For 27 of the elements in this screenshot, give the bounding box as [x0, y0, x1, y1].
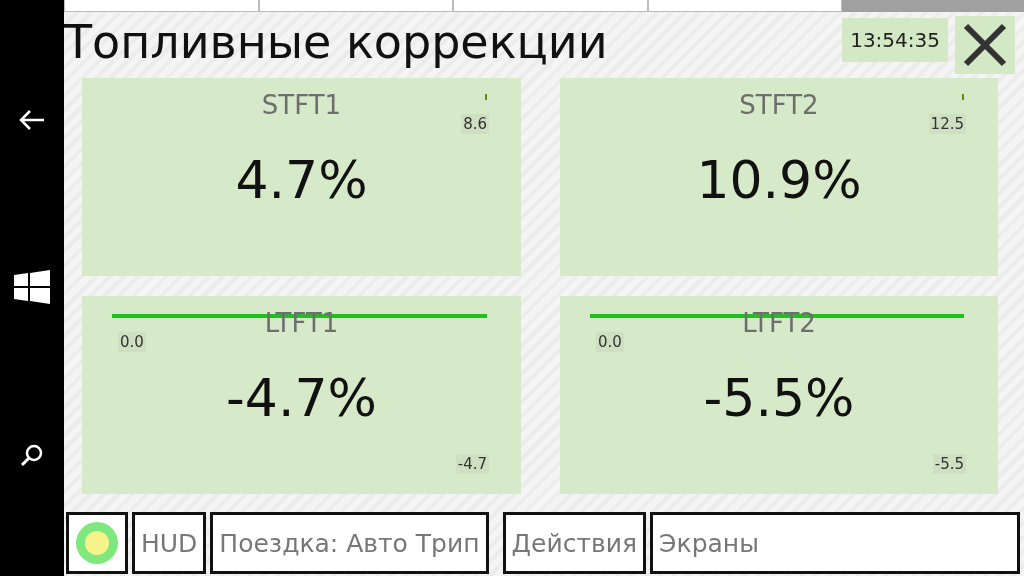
gauge-tick — [962, 94, 964, 100]
gauge-mark-value: 12.5 — [928, 114, 966, 134]
gauge-value: -4.7% — [226, 368, 377, 428]
gauge-start-value: 0.0 — [596, 332, 624, 352]
status-button[interactable] — [66, 512, 128, 574]
gauge-label: STFT2 — [739, 90, 819, 120]
gauge-value: 4.7% — [235, 150, 368, 210]
gauge-mark-value: 8.6 — [461, 114, 489, 134]
status-indicator-icon — [75, 521, 119, 565]
gauge-start-value: 0.0 — [118, 332, 146, 352]
gauge-tick — [485, 94, 487, 100]
close-button[interactable] — [955, 16, 1015, 74]
toolbar-button[interactable]: HUD — [132, 512, 207, 574]
gauge-label: STFT1 — [261, 90, 342, 120]
gauge-value: -5.5% — [703, 368, 855, 428]
close-icon — [963, 23, 1007, 67]
clock: 13:54:35 — [842, 18, 948, 62]
gauge-mark-value: -4.7 — [455, 454, 489, 474]
search-icon[interactable] — [20, 442, 44, 467]
gauge-mark-value: -5.5 — [932, 454, 966, 474]
back-icon[interactable] — [18, 109, 46, 132]
windows-icon[interactable] — [14, 270, 50, 304]
gauge-value: 10.9% — [696, 150, 862, 210]
page-title: Топливные коррекции — [64, 14, 609, 71]
toolbar-button[interactable]: Действия — [502, 512, 647, 574]
toolbar-button[interactable]: Поездка: Авто Трип — [210, 512, 489, 574]
toolbar-button[interactable]: Экраны — [650, 512, 1020, 574]
